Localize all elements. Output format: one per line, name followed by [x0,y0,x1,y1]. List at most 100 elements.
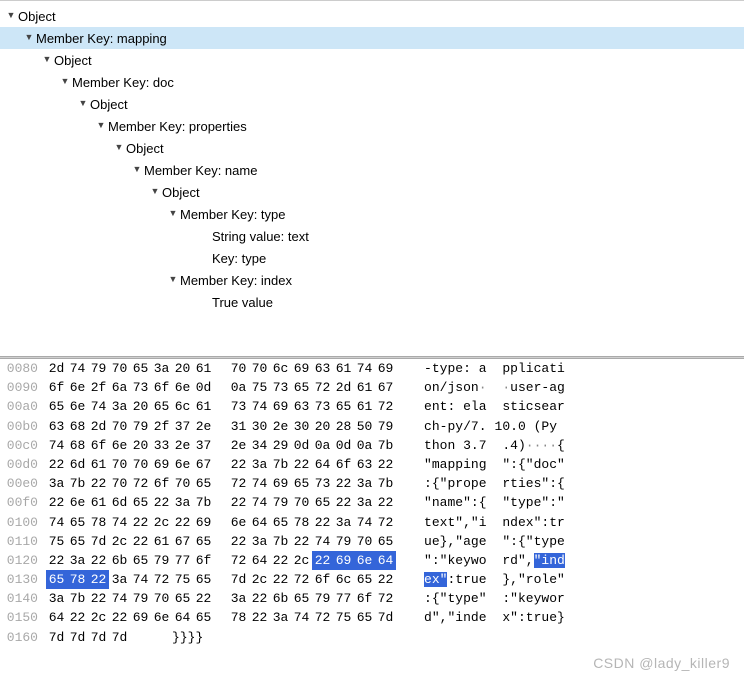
hex-byte[interactable]: 79 [151,551,172,570]
hex-byte[interactable]: 73 [312,397,333,416]
tree-row[interactable]: Member Key: name [0,159,744,181]
hex-byte[interactable]: 61 [193,359,214,378]
hex-byte[interactable]: 74 [354,359,375,378]
hex-byte[interactable]: 22 [228,532,249,551]
hex-byte[interactable]: 63 [291,397,312,416]
hex-byte[interactable]: 0d [291,436,312,455]
hex-byte[interactable]: 68 [67,436,88,455]
hex-byte[interactable]: 67 [172,532,193,551]
hex-byte[interactable]: 22 [312,513,333,532]
hex-byte[interactable]: 2c [291,551,312,570]
hex-byte[interactable]: 61 [354,378,375,397]
hex-byte[interactable]: 70 [130,455,151,474]
hex-byte[interactable]: 6c [172,397,193,416]
tree-row[interactable]: True value [0,291,744,313]
hex-byte[interactable]: 22 [312,551,333,570]
hex-byte[interactable]: 7d [67,628,88,647]
hex-byte[interactable]: 63 [46,417,67,436]
tree-row[interactable]: Object [0,5,744,27]
hex-byte[interactable]: 74 [46,436,67,455]
hex-row[interactable]: 00802d747970653a206170706c6963617469-typ… [0,359,744,378]
tree-pane[interactable]: ObjectMember Key: mappingObjectMember Ke… [0,0,744,356]
hex-byte[interactable]: 6d [67,455,88,474]
hex-byte[interactable]: 65 [67,513,88,532]
hex-byte[interactable]: 70 [249,359,270,378]
hex-byte[interactable]: 22 [130,513,151,532]
hex-byte[interactable]: 6f [193,551,214,570]
hex-byte[interactable]: 69 [130,608,151,627]
hex-byte[interactable]: 3a [333,513,354,532]
hex-byte[interactable]: 74 [249,474,270,493]
hex-byte[interactable]: 63 [354,455,375,474]
hex-row[interactable]: 00a0656e743a20656c617374696373656172ent:… [0,397,744,416]
hex-byte[interactable]: 22 [88,551,109,570]
hex-byte[interactable]: 61 [151,532,172,551]
tree-row[interactable]: Object [0,137,744,159]
hex-byte[interactable]: 22 [270,570,291,589]
hex-byte[interactable]: 73 [270,378,291,397]
hex-byte[interactable]: 7b [193,493,214,512]
hex-byte[interactable]: 6c [333,570,354,589]
tree-row[interactable]: Member Key: doc [0,71,744,93]
hex-byte[interactable]: 65 [130,359,151,378]
hex-byte[interactable]: 74 [88,397,109,416]
hex-byte[interactable]: 2e [228,436,249,455]
hex-byte[interactable]: 74 [291,608,312,627]
hex-byte[interactable]: 22 [375,455,396,474]
hex-byte[interactable]: 3a [172,493,193,512]
hex-byte[interactable]: 65 [130,493,151,512]
chevron-down-icon[interactable] [76,98,90,109]
hex-byte[interactable]: 65 [67,532,88,551]
tree-row[interactable]: Member Key: properties [0,115,744,137]
hex-byte[interactable]: 0d [333,436,354,455]
hex-byte[interactable]: 65 [193,474,214,493]
hex-byte[interactable]: 70 [354,532,375,551]
hex-byte[interactable]: 7d [228,570,249,589]
hex-byte[interactable]: 7b [375,436,396,455]
hex-row[interactable]: 00e03a7b2270726f70657274696573223a7b:{"p… [0,474,744,493]
hex-byte[interactable]: 2d [333,378,354,397]
hex-byte[interactable]: 77 [333,589,354,608]
hex-byte[interactable]: 20 [130,436,151,455]
hex-byte[interactable]: 6f [333,455,354,474]
hex-byte[interactable]: 61 [354,397,375,416]
hex-byte[interactable]: 65 [130,551,151,570]
hex-byte[interactable]: 6e [109,436,130,455]
hex-byte[interactable]: 2f [88,378,109,397]
hex-byte[interactable]: 7b [270,532,291,551]
hex-byte[interactable]: 70 [291,493,312,512]
hex-byte[interactable]: 50 [354,417,375,436]
hex-byte[interactable]: 63 [312,359,333,378]
hex-byte[interactable]: 74 [312,532,333,551]
hex-byte[interactable]: 22 [151,493,172,512]
hex-byte[interactable]: 3a [354,493,375,512]
hex-byte[interactable]: 78 [291,513,312,532]
hex-byte[interactable]: 75 [172,570,193,589]
hex-byte[interactable]: 65 [46,570,67,589]
hex-row[interactable]: 01607d7d7d7d}}}} [0,628,744,647]
hex-byte[interactable]: 67 [193,455,214,474]
tree-row[interactable]: Member Key: mapping [0,27,744,49]
hex-byte[interactable]: 79 [270,493,291,512]
hex-byte[interactable]: 61 [333,359,354,378]
hex-byte[interactable]: 3a [270,608,291,627]
hex-byte[interactable]: 0d [193,378,214,397]
hex-byte[interactable]: 3a [249,532,270,551]
hex-byte[interactable]: 78 [88,513,109,532]
hex-byte[interactable]: 7d [375,608,396,627]
hex-row[interactable]: 00906f6e2f6a736f6e0d0a757365722d6167on/j… [0,378,744,397]
hex-byte[interactable]: 22 [88,474,109,493]
hex-byte[interactable]: 6b [270,589,291,608]
hex-byte[interactable]: 61 [88,455,109,474]
hex-byte[interactable]: 74 [109,589,130,608]
hex-byte[interactable]: 69 [151,455,172,474]
chevron-down-icon[interactable] [40,54,54,65]
hex-byte[interactable]: 72 [228,474,249,493]
hex-byte[interactable]: 65 [291,589,312,608]
hex-byte[interactable]: 65 [270,513,291,532]
hex-byte[interactable]: 6f [46,378,67,397]
hex-byte[interactable]: 22 [109,608,130,627]
hex-byte[interactable]: 6f [151,474,172,493]
chevron-down-icon[interactable] [166,274,180,285]
hex-byte[interactable]: 64 [312,455,333,474]
